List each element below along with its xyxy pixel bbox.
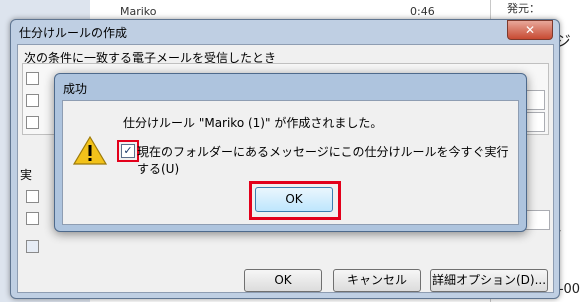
dialog-title: 仕分けルールの作成	[19, 26, 128, 40]
condition-checkbox[interactable]	[26, 116, 39, 129]
success-dialog-body: 仕分けルール "Mariko (1)" が作成されました。 ✓ 現在のフォルダー…	[62, 100, 519, 225]
action-checkbox[interactable]	[26, 190, 39, 203]
success-dialog-title: 成功	[63, 82, 88, 96]
success-ok-button[interactable]: OK	[255, 187, 333, 212]
condition-checkbox[interactable]	[26, 72, 39, 85]
success-dialog: 成功 仕分けルール "Mariko (1)" が作成されました。 ✓ 現在のフォ…	[54, 73, 527, 232]
list-sender: Mariko	[120, 5, 157, 18]
condition-checkbox[interactable]	[26, 94, 39, 107]
success-message: 仕分けルール "Mariko (1)" が作成されました。	[123, 116, 383, 130]
cancel-button[interactable]: キャンセル	[333, 269, 421, 292]
action-checkbox[interactable]	[26, 212, 39, 225]
warning-icon	[73, 135, 107, 165]
run-now-checkbox-label: 現在のフォルダーにあるメッセージにこの仕分けルールを今すぐ実行する(U)	[137, 145, 509, 176]
run-now-checkbox[interactable]: ✓	[121, 144, 135, 158]
list-time: 0:46	[410, 5, 435, 18]
ok-highlight: OK	[249, 181, 341, 220]
advanced-options-button[interactable]: 詳細オプション(D)...	[430, 269, 548, 292]
reading-pane-header: 発元：	[507, 2, 540, 15]
ok-button[interactable]: OK	[244, 269, 322, 292]
checkbox-highlight: ✓	[117, 140, 139, 162]
action-checkbox[interactable]	[26, 240, 39, 253]
close-button[interactable]: ✕	[507, 20, 553, 40]
actions-label: 実	[20, 168, 33, 182]
